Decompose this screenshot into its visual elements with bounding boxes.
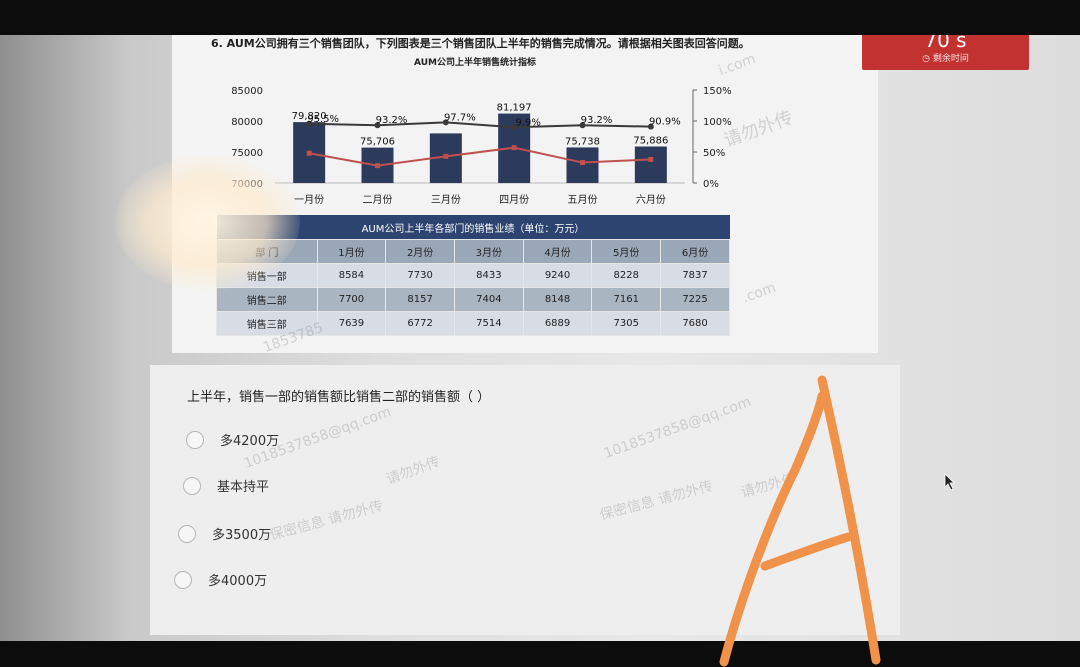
excellent-rate-point [375,163,380,169]
x-tick-label: 三月份 [431,194,461,206]
timer-label: ◷ 剩余时间 [922,54,969,64]
excellent-rate-point [306,150,312,156]
y-left-tick-label: 80000 [231,117,263,128]
table-cell: 8148 [522,287,593,312]
table-cell: 6772 [385,311,455,336]
countdown-timer: 70 s ◷ 剩余时间 [862,35,1029,70]
table-header-cell: 2月份 [385,239,455,264]
standard-rate-label: 95.5% [307,114,339,125]
table-cell: 8157 [385,287,455,312]
mouse-cursor-icon [944,473,955,491]
x-tick-label: 四月份 [499,194,529,206]
x-tick-label: 六月份 [636,194,666,206]
table-cell: 8584 [316,263,387,288]
excellent-rate-line [308,146,651,167]
table-cell: 7680 [660,311,730,336]
table-header-cell: 4月份 [522,239,593,264]
sub-question: 上半年，销售一部的销售额比销售二部的销售额（ ） [187,390,491,405]
option-c[interactable]: 多3500万 [178,524,271,543]
screen: 70 s ◷ 剩余时间 6. AUM公司拥有三个销售团队，下列图表是三个销售团队… [0,35,1080,641]
y-right-tick-label: 150% [703,86,732,97]
table-cell: 7404 [453,287,524,312]
standard-rate-label: 93.2% [581,115,613,126]
question-card [150,365,900,635]
bar-value-label: 81,197 [497,103,532,114]
option-a[interactable]: 多4200万 [186,430,279,449]
option-label: 多4000万 [208,574,268,589]
x-tick-label: 二月份 [363,194,393,206]
y-right-tick-label: 0% [703,179,719,190]
table-cell: 7305 [591,311,662,336]
light-glare [115,155,300,290]
standard-rate-label: 9.9% [515,117,540,128]
table-cell: 销售二部 [216,287,318,312]
table-header-cell: 6月份 [660,239,730,264]
radio-button[interactable] [178,524,196,543]
radio-button[interactable] [186,430,204,449]
option-b[interactable]: 基本持平 [183,476,269,495]
table-header-cell: 1月份 [316,239,387,264]
table-cell: 8433 [453,263,524,288]
table-cell: 7730 [385,263,455,288]
table-cell: 6889 [522,311,593,336]
option-d[interactable]: 多4000万 [174,570,267,589]
timer-value: 70 s [924,35,967,52]
table-cell: 7700 [316,287,387,312]
x-tick-label: 一月份 [294,194,324,206]
standard-rate-label: 90.9% [649,117,681,128]
excellent-rate-point [648,156,654,162]
table-cell: 9240 [522,263,593,288]
table-header-cell: 5月份 [591,239,662,264]
table-header-cell: 3月份 [453,239,524,264]
option-label: 基本持平 [217,480,270,495]
table-cell: 7225 [660,287,730,312]
excellent-rate-point [443,153,449,159]
x-tick-label: 五月份 [568,194,598,206]
standard-rate-label: 97.7% [444,112,476,123]
bar [634,146,667,183]
radio-button[interactable] [174,570,192,589]
table-cell: 7837 [660,263,730,288]
table-cell: 7161 [591,287,662,312]
radio-button[interactable] [183,476,201,495]
excellent-rate-point [580,160,585,166]
bar-value-label: 75,886 [633,136,668,147]
table-cell: 8228 [591,263,662,288]
table-row: 销售一部 8584 7730 8433 9240 8228 7837 [216,263,730,288]
bar [566,147,599,183]
excellent-rate-point [511,145,517,151]
standard-rate-label: 93.2% [376,115,408,126]
y-left-tick-label: 85000 [231,86,263,97]
table-cell: 7514 [453,311,524,336]
y-right-tick-label: 50% [703,148,725,159]
option-label: 多3500万 [212,528,272,543]
table-row: 销售二部 7700 8157 7404 8148 7161 7225 [216,287,730,312]
bar-value-label: 75,706 [360,137,395,148]
table-cell: 7639 [316,311,387,336]
question-title: 6. AUM公司拥有三个销售团队，下列图表是三个销售团队上半年的销售完成情况。请… [211,37,750,50]
bar-value-label: 75,738 [565,136,600,147]
chart-title: AUM公司上半年销售统计指标 [414,56,536,68]
